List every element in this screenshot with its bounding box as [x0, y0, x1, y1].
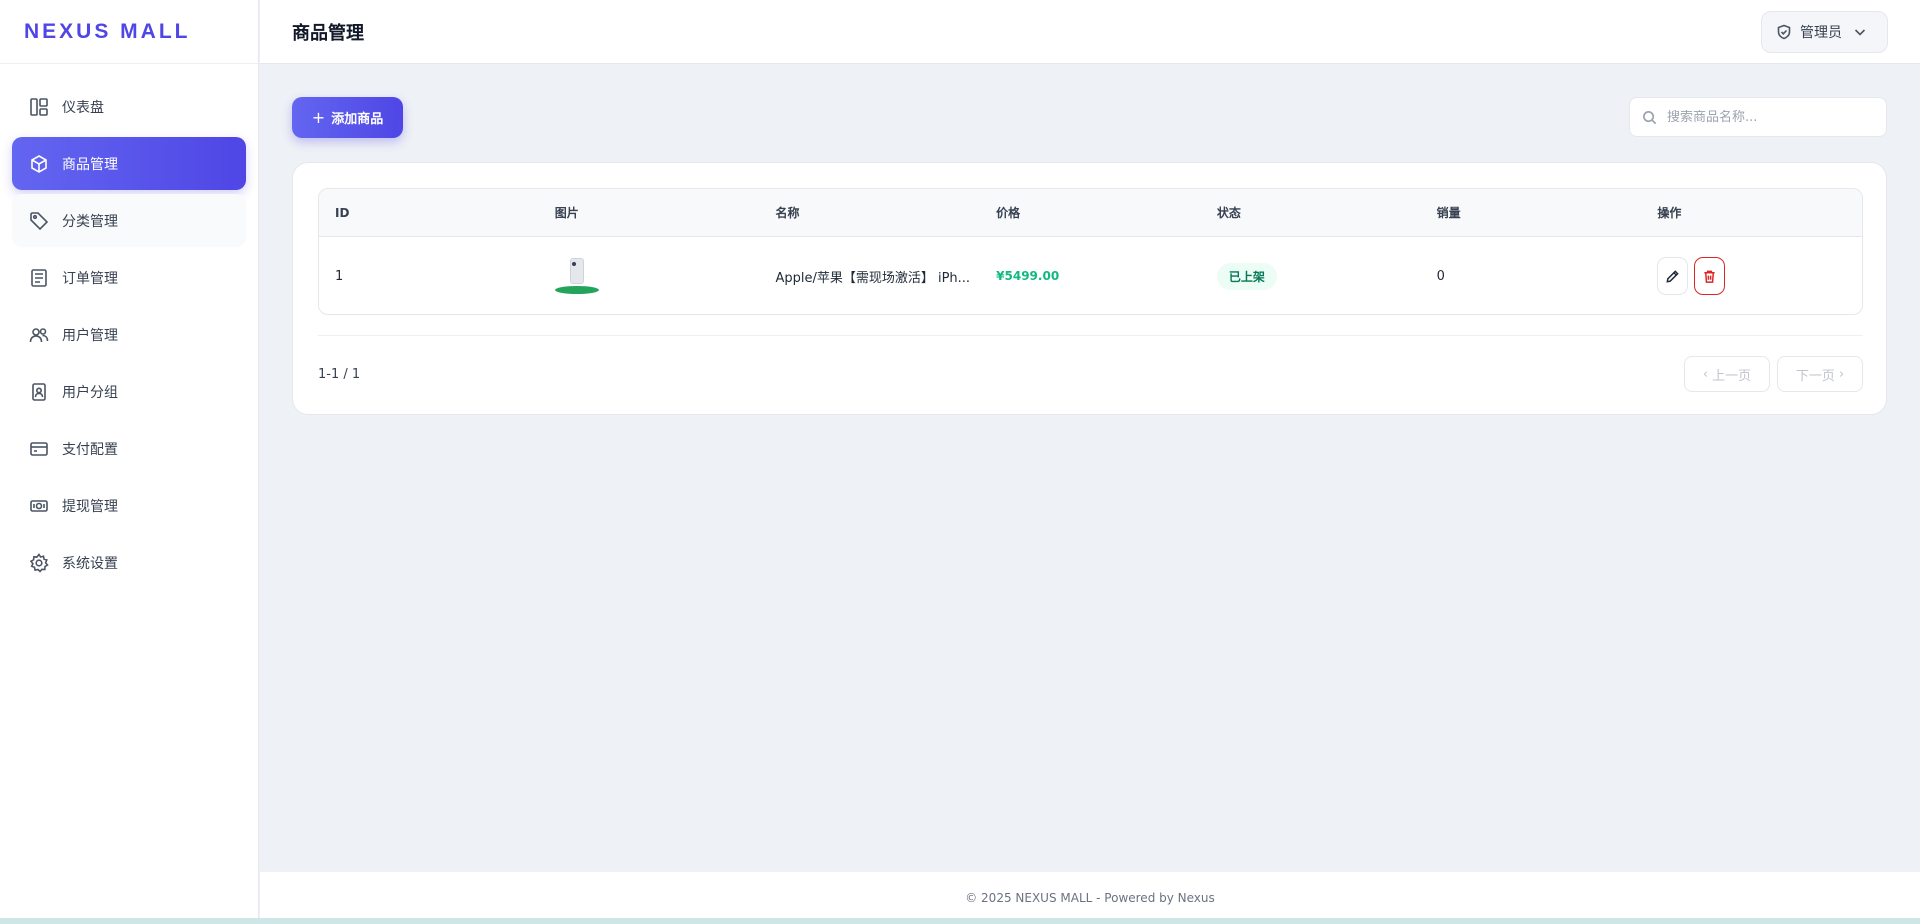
plus-icon: +	[311, 108, 326, 127]
col-header-image: 图片	[554, 206, 579, 220]
sidebar-item-payment[interactable]: 支付配置	[12, 422, 246, 475]
product-table: ID 图片 名称 价格 状态 销量 操作 1 Apple/苹果【需现场激活】 i…	[318, 188, 1863, 315]
trash-icon	[1704, 270, 1715, 283]
product-table-card: ID 图片 名称 价格 状态 销量 操作 1 Apple/苹果【需现场激活】 i…	[292, 162, 1887, 415]
col-header-id: ID	[335, 205, 350, 220]
top-header: 商品管理 管理员	[260, 0, 1920, 64]
col-header-actions: 操作	[1657, 206, 1682, 220]
col-header-name: 名称	[775, 206, 800, 220]
sidebar-item-label: 用户管理	[62, 327, 118, 344]
order-list-icon	[28, 267, 50, 289]
brand-logo[interactable]: NEXUS MALL	[0, 0, 258, 64]
sidebar-item-label: 用户分组	[62, 384, 118, 401]
edit-button[interactable]	[1657, 257, 1689, 295]
cell-price: ¥5499.00	[980, 269, 1201, 284]
prev-page-button[interactable]: ‹ 上一页	[1684, 356, 1770, 392]
pagination-info: 1-1 / 1	[318, 367, 361, 382]
cell-actions	[1641, 257, 1862, 295]
user-badge-icon	[28, 381, 50, 403]
sidebar-item-categories[interactable]: 分类管理	[12, 194, 246, 247]
sidebar-item-label: 仪表盘	[62, 99, 104, 116]
gear-icon	[28, 552, 50, 574]
next-page-button[interactable]: 下一页 ›	[1777, 356, 1863, 392]
col-header-status: 状态	[1216, 206, 1241, 220]
cell-sales: 0	[1436, 268, 1445, 284]
cell-image	[539, 256, 760, 296]
search-box[interactable]	[1629, 97, 1887, 137]
sidebar-nav: 仪表盘 商品管理 分类管理 订单管理 用户管理 用户分组 支付配置 提现管理 系…	[0, 64, 258, 589]
price-value: ¥5499.00	[996, 268, 1060, 283]
sidebar-item-label: 支付配置	[62, 441, 118, 458]
cell-id: 1	[335, 268, 344, 284]
sidebar-item-label: 分类管理	[62, 213, 118, 230]
col-header-price: 价格	[996, 206, 1021, 220]
chevron-right-icon: ›	[1834, 366, 1845, 382]
search-input[interactable]	[1667, 109, 1867, 125]
cell-name: Apple/苹果【需现场激活】 iPh...	[775, 270, 971, 286]
cash-icon	[28, 495, 50, 517]
sidebar: NEXUS MALL 仪表盘 商品管理 分类管理 订单管理 用户管理 用户分组	[0, 0, 259, 924]
brand-name: NEXUS MALL	[24, 19, 191, 43]
sidebar-item-dashboard[interactable]: 仪表盘	[12, 80, 246, 133]
table-row: 1 Apple/苹果【需现场激活】 iPh... ¥5499.00 已上架 0	[319, 237, 1862, 314]
users-icon	[28, 324, 50, 346]
status-badge: 已上架	[1216, 262, 1277, 290]
shield-icon	[1777, 24, 1791, 39]
sidebar-item-label: 订单管理	[62, 270, 118, 287]
tag-icon	[28, 210, 50, 232]
pencil-icon	[1666, 269, 1680, 283]
sidebar-item-withdraw[interactable]: 提现管理	[12, 479, 246, 532]
credit-card-icon	[28, 438, 50, 460]
cell-status: 已上架	[1201, 262, 1421, 290]
product-thumbnail[interactable]	[554, 256, 599, 296]
sidebar-item-settings[interactable]: 系统设置	[12, 536, 246, 589]
sidebar-item-label: 提现管理	[62, 498, 118, 515]
admin-menu-button[interactable]: 管理员	[1761, 10, 1888, 53]
add-product-label: 添加商品	[331, 112, 384, 127]
bottom-strip	[0, 918, 1920, 924]
next-page-label: 下一页	[1795, 368, 1835, 384]
divider	[318, 335, 1863, 336]
sidebar-item-label: 系统设置	[62, 555, 118, 572]
add-product-button[interactable]: + 添加商品	[292, 97, 403, 138]
sidebar-item-users[interactable]: 用户管理	[12, 308, 246, 361]
page-title: 商品管理	[292, 22, 364, 44]
sidebar-item-products[interactable]: 商品管理	[12, 137, 246, 190]
col-header-sales: 销量	[1436, 206, 1461, 220]
sidebar-item-label: 商品管理	[62, 156, 118, 173]
delete-button[interactable]	[1694, 257, 1726, 295]
sidebar-item-orders[interactable]: 订单管理	[12, 251, 246, 304]
box-icon	[28, 153, 50, 175]
admin-label: 管理员	[1800, 24, 1842, 41]
prev-page-label: 上一页	[1712, 368, 1752, 384]
table-header: ID 图片 名称 价格 状态 销量 操作	[319, 189, 1862, 237]
search-icon	[1643, 110, 1657, 124]
chevron-down-icon	[1854, 28, 1866, 36]
sidebar-item-user-groups[interactable]: 用户分组	[12, 365, 246, 418]
footer-text: © 2025 NEXUS MALL - Powered by Nexus	[965, 891, 1215, 905]
dashboard-icon	[28, 96, 50, 118]
chevron-left-icon: ‹	[1702, 366, 1713, 382]
footer: © 2025 NEXUS MALL - Powered by Nexus	[260, 872, 1920, 924]
